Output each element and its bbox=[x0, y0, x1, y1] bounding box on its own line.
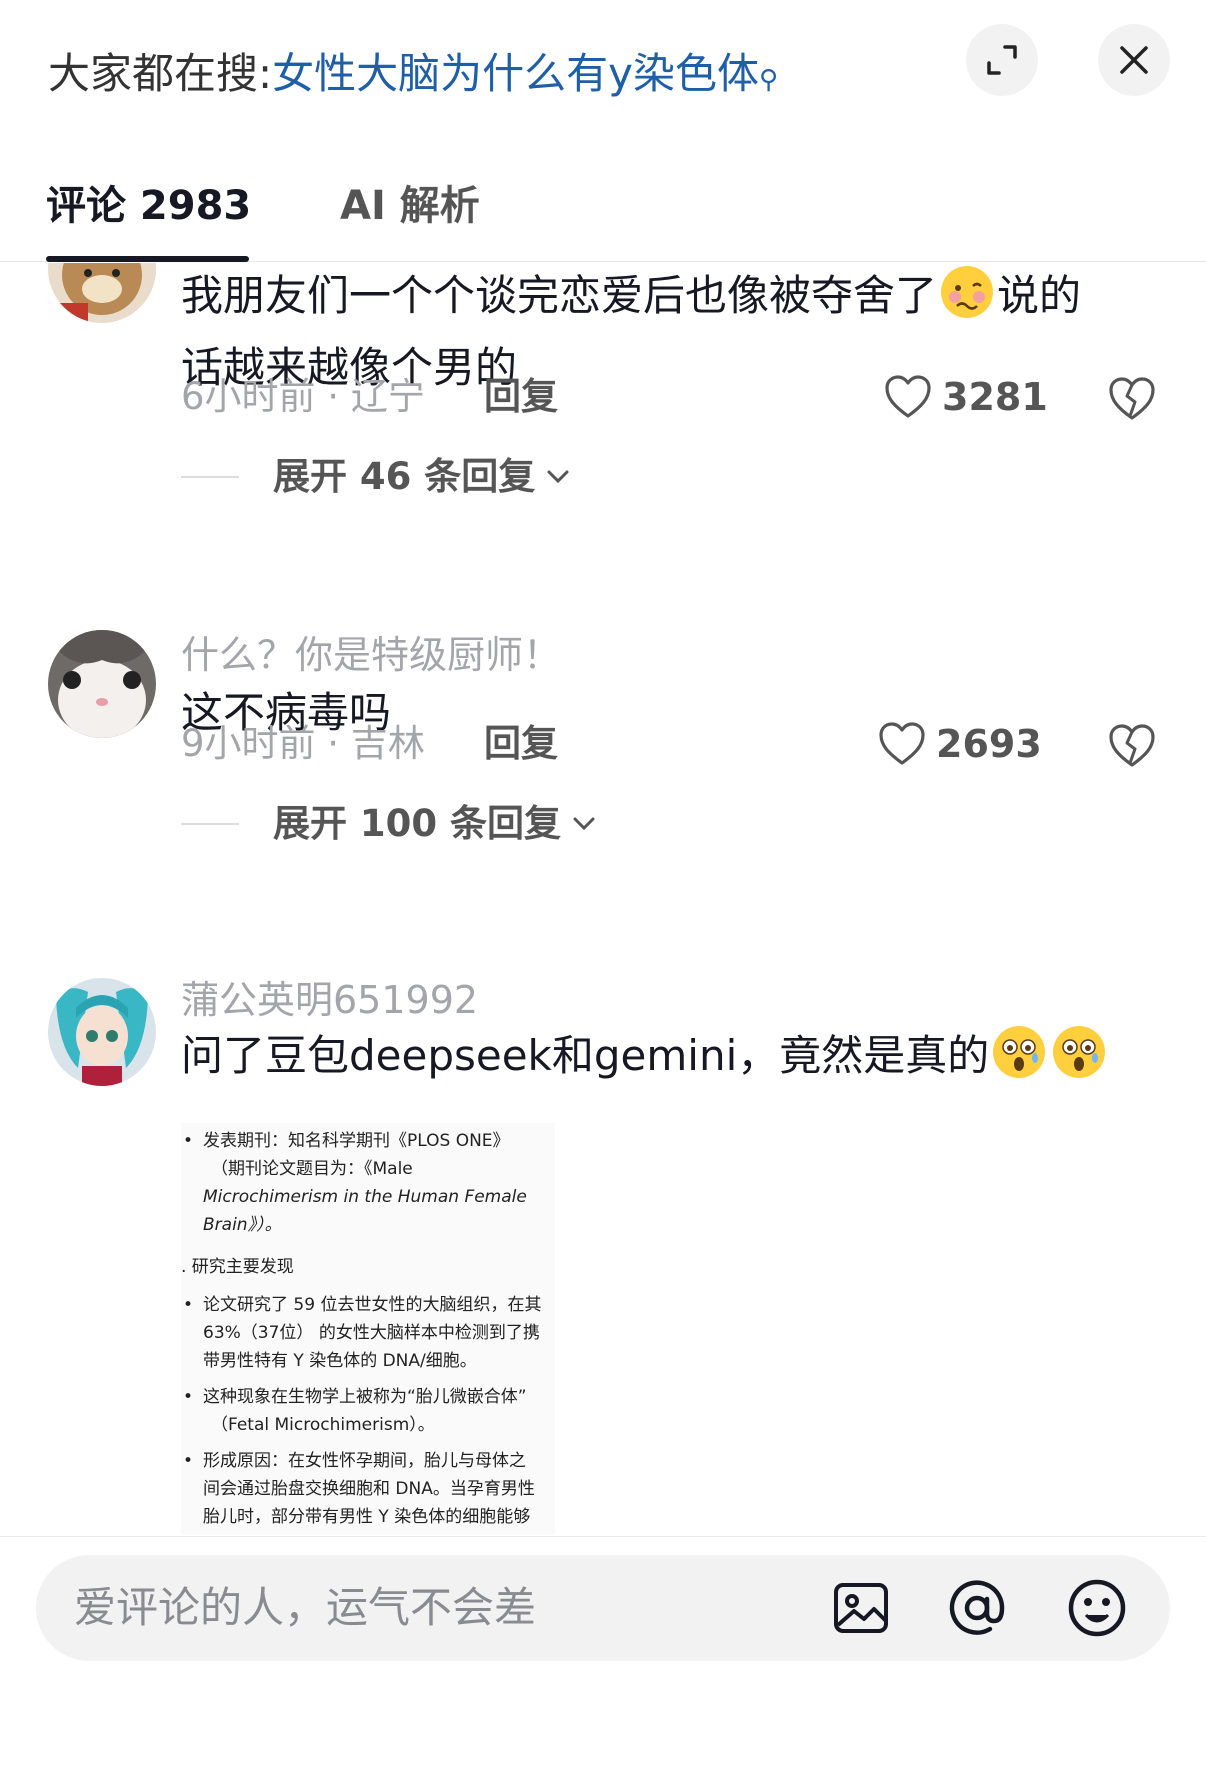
comment-text: 问了豆包deepseek和gemini，竟然是真的 bbox=[181, 1020, 1141, 1092]
reply-button[interactable]: 回复 bbox=[484, 718, 558, 770]
comment-meta: 9小时前 · 吉林 bbox=[181, 722, 425, 765]
like-count: 2693 bbox=[936, 722, 1042, 766]
comment-list[interactable]: 我朋友们一个个谈完恋爱后也像被夺舍了 说的 话越来越像个男的 6小时前 · 辽宁… bbox=[0, 263, 1206, 1535]
anime-avatar-image bbox=[48, 978, 156, 1086]
avatar[interactable] bbox=[48, 263, 156, 323]
search-suggestion[interactable]: 大家都在搜:女性大脑为什么有y染色体⚲ bbox=[48, 44, 778, 104]
doc-bullet: 这种现象在生物学上被称为“胎儿微嵌合体” （Fetal Microchimeri… bbox=[181, 1383, 555, 1439]
bear-avatar-image bbox=[48, 263, 156, 323]
divider-dash bbox=[181, 476, 239, 478]
reply-button[interactable]: 回复 bbox=[484, 371, 558, 423]
expand-icon bbox=[987, 45, 1017, 75]
doc-line: 带男性特有 Y 染色体的 DNA/细胞。 bbox=[203, 1351, 477, 1371]
comment-text-line: 说的 bbox=[997, 271, 1082, 320]
broken-heart-icon[interactable] bbox=[1108, 375, 1156, 423]
doc-line: 间会通过胎盘交换细胞和 DNA。当孕育男性 bbox=[203, 1479, 535, 1499]
heart-icon bbox=[885, 375, 931, 418]
at-mention-icon[interactable] bbox=[946, 1577, 1008, 1639]
comment-username[interactable]: 什么？你是特级厨师！ bbox=[181, 629, 561, 681]
expand-replies-button[interactable]: 展开 46 条回复 bbox=[181, 451, 571, 503]
astonished-face-emoji bbox=[1053, 1026, 1106, 1078]
emoji-icon[interactable] bbox=[1066, 1577, 1128, 1639]
doc-line: 形成原因：在女性怀孕期间，胎儿与母体之 bbox=[203, 1451, 526, 1471]
comment-input-placeholder: 爱评论的人，运气不会差 bbox=[74, 1583, 537, 1632]
close-icon bbox=[1120, 46, 1148, 74]
expand-replies-label: 展开 100 条回复 bbox=[273, 802, 561, 845]
search-suggestion-query[interactable]: 女性大脑为什么有y染色体 bbox=[272, 49, 759, 98]
attached-screenshot[interactable]: 发表期刊：知名科学期刊《PLOS ONE》 （期刊论文题目为：《Male Mic… bbox=[181, 1123, 555, 1535]
doc-line: Brain》）。 bbox=[203, 1215, 282, 1235]
heart-icon bbox=[879, 722, 925, 765]
doc-section-heading: . 研究主要发现 bbox=[181, 1257, 294, 1277]
expand-button[interactable] bbox=[966, 24, 1038, 96]
chevron-down-icon bbox=[547, 470, 569, 484]
broken-heart-icon[interactable] bbox=[1108, 722, 1156, 770]
doc-line: 发表期刊：知名科学期刊《PLOS ONE》 bbox=[203, 1131, 510, 1151]
expand-replies-button[interactable]: 展开 100 条回复 bbox=[181, 798, 597, 850]
avatar[interactable] bbox=[48, 630, 156, 738]
woozy-face-emoji bbox=[941, 266, 994, 318]
like-count: 3281 bbox=[942, 375, 1048, 419]
chevron-down-icon bbox=[573, 817, 595, 831]
doc-line: 63%（37位） 的女性大脑样本中检测到了携 bbox=[203, 1323, 540, 1343]
avatar[interactable] bbox=[48, 978, 156, 1086]
divider-dash bbox=[181, 823, 239, 825]
expand-replies-label: 展开 46 条回复 bbox=[273, 455, 536, 498]
comment-username[interactable]: 蒲公英明651992 bbox=[181, 974, 478, 1026]
cat-avatar-image bbox=[48, 630, 156, 738]
comment-input-bar: 爱评论的人，运气不会差 bbox=[0, 1536, 1206, 1783]
search-suggestion-prefix: 大家都在搜: bbox=[48, 49, 273, 98]
image-icon[interactable] bbox=[830, 1577, 892, 1639]
doc-line: 这种现象在生物学上被称为“胎儿微嵌合体” bbox=[203, 1387, 527, 1407]
doc-line: （Fetal Microchimerism）。 bbox=[211, 1415, 435, 1435]
doc-line: Microchimerism in the Human Female bbox=[203, 1187, 527, 1207]
doc-bullet: 发表期刊：知名科学期刊《PLOS ONE》 （期刊论文题目为：《Male Mic… bbox=[181, 1127, 555, 1239]
doc-bullet: 论文研究了 59 位去世女性的大脑组织，在其 63%（37位） 的女性大脑样本中… bbox=[181, 1291, 555, 1375]
like-button[interactable]: 2693 bbox=[878, 718, 1042, 770]
comment-text-line: 我朋友们一个个谈完恋爱后也像被夺舍了 bbox=[181, 271, 938, 320]
astonished-face-emoji bbox=[993, 1026, 1046, 1078]
tab-bar: 评论 2983 AI 解析 bbox=[0, 168, 1206, 262]
comment-input[interactable]: 爱评论的人，运气不会差 bbox=[36, 1555, 1170, 1661]
active-tab-indicator bbox=[46, 256, 249, 262]
close-button[interactable] bbox=[1098, 24, 1170, 96]
doc-line: 胎儿时，部分带有男性 Y 染色体的细胞能够 bbox=[203, 1507, 531, 1527]
doc-bullet: 形成原因：在女性怀孕期间，胎儿与母体之 间会通过胎盘交换细胞和 DNA。当孕育男… bbox=[181, 1447, 555, 1531]
doc-line: （期刊论文题目为：《Male bbox=[211, 1159, 413, 1179]
tab-comments[interactable]: 评论 2983 bbox=[46, 178, 251, 234]
like-button[interactable]: 3281 bbox=[884, 371, 1048, 423]
search-icon: ⚲ bbox=[759, 65, 779, 95]
comment-text-line: 问了豆包deepseek和gemini，竟然是真的 bbox=[181, 1031, 990, 1080]
tab-ai-analysis[interactable]: AI 解析 bbox=[340, 178, 480, 234]
comment-meta: 6小时前 · 辽宁 bbox=[181, 375, 425, 418]
doc-line: 论文研究了 59 位去世女性的大脑组织，在其 bbox=[203, 1295, 542, 1315]
